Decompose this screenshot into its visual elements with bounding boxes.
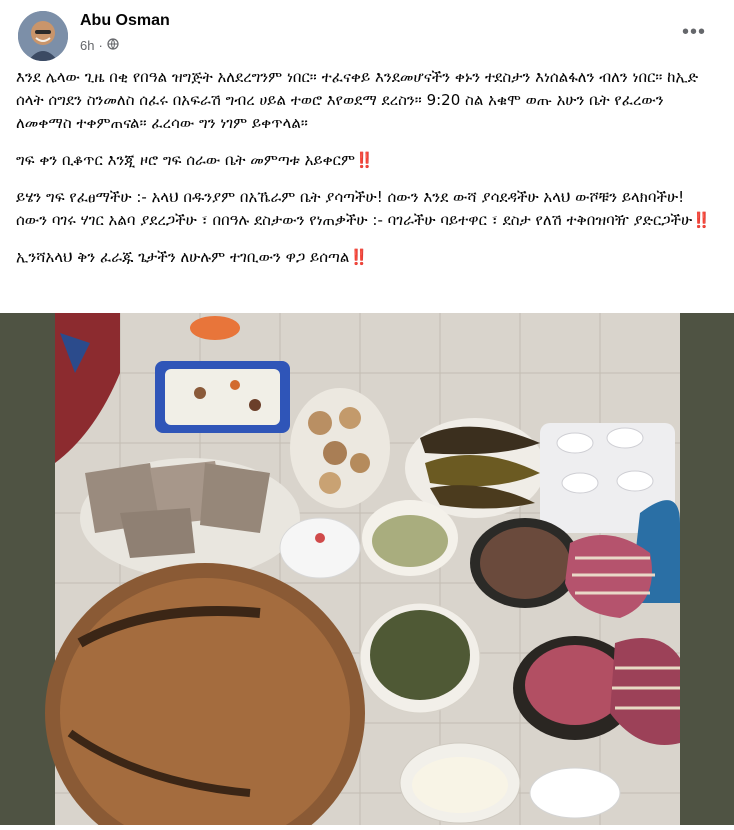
- globe-icon[interactable]: [107, 38, 119, 53]
- avatar-image: [18, 11, 68, 61]
- post-paragraph: ይሄን ግፍ የፈፀማችሁ :- አላህ በዱንያም በአኼራም ቤት ያሳጣች…: [16, 188, 711, 229]
- post-photo[interactable]: [0, 313, 734, 830]
- double-exclamation-icon: ‼️: [349, 248, 369, 266]
- post-paragraph: እንደ ሌላው ጊዜ በቂ የበዓል ዝግጅት አለደረግንም ነበር። ተፈና…: [16, 68, 699, 132]
- post-text: እንደ ሌላው ጊዜ በቂ የበዓል ዝግጅት አለደረግንም ነበር። ተፈና…: [16, 66, 716, 283]
- post-paragraph: ግፍ ቀን ቢቆጥር እንጂ ዞሮ ግፍ ሰራው ቤት መምጣቱ አይቀርም‼️: [16, 151, 374, 169]
- more-options-icon[interactable]: •••: [682, 20, 706, 44]
- food-spread-photo: [0, 313, 734, 830]
- author-name[interactable]: Abu Osman: [80, 12, 170, 30]
- post-paragraph: ኢንሻአላህ ቅን ፈራጁ ጌታችን ለሁሉም ተገቢውን ዋጋ ይሰጣል‼️: [16, 248, 369, 266]
- author-avatar[interactable]: [18, 11, 68, 61]
- post-time[interactable]: 6h: [80, 38, 94, 53]
- meta-separator: ·: [98, 38, 103, 53]
- double-exclamation-icon: ‼️: [692, 211, 711, 229]
- post-meta: 6h ·: [80, 38, 119, 53]
- facebook-post: Abu Osman 6h · ••• እንደ ሌላው ጊዜ በቂ የበዓል ዝግ…: [0, 0, 734, 830]
- double-exclamation-icon: ‼️: [355, 151, 374, 169]
- post-header: Abu Osman 6h · •••: [0, 0, 734, 64]
